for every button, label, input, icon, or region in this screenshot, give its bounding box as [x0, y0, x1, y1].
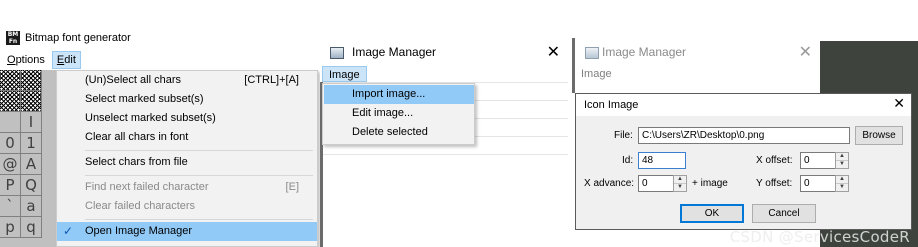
- shortcut-label: [CTRL]+[A]: [244, 74, 299, 86]
- char-cell[interactable]: p: [0, 217, 21, 238]
- y-offset-spinner[interactable]: ▲ ▼: [835, 175, 849, 192]
- x-advance-label: X advance:: [584, 178, 635, 189]
- menu-options[interactable]: Options: [3, 51, 49, 69]
- bmfont-app-icon: BM Fn: [6, 31, 20, 45]
- menu-separator: [85, 219, 313, 220]
- menu-item-find-next-failed: Find next failed character [E]: [57, 178, 317, 197]
- file-label: File:: [614, 130, 633, 141]
- x-advance-spinner[interactable]: ▲ ▼: [673, 175, 687, 192]
- bitmap-font-generator-window: BM Fn Bitmap font generator Options Edit …: [0, 28, 318, 247]
- menu-item-import-image[interactable]: Import image...: [324, 85, 474, 104]
- menu-item-unselect-marked-subsets[interactable]: Unselect marked subset(s): [57, 109, 317, 128]
- title-bar: BM Fn Bitmap font generator: [6, 30, 131, 46]
- y-offset-label: Y offset:: [756, 178, 793, 189]
- x-offset-spinner[interactable]: ▲ ▼: [835, 152, 849, 169]
- title-bar: Image Manager ✕: [320, 38, 568, 66]
- menu-item-clear-failed: Clear failed characters: [85, 200, 196, 212]
- close-icon[interactable]: ✕: [547, 42, 560, 61]
- char-cell[interactable]: `: [0, 196, 21, 217]
- cancel-button[interactable]: Cancel: [752, 204, 816, 223]
- menu-image[interactable]: Image: [322, 66, 367, 82]
- spin-up-icon[interactable]: ▲: [674, 176, 686, 183]
- char-cell[interactable]: Q: [21, 175, 42, 196]
- menu-item-clear-all-chars[interactable]: Clear all chars in font: [57, 128, 317, 147]
- x-offset-field[interactable]: 0: [800, 152, 836, 169]
- shortcut-label: [E]: [285, 181, 299, 193]
- y-offset-field[interactable]: 0: [800, 175, 836, 192]
- char-cell[interactable]: [0, 70, 21, 91]
- image-manager-icon: [330, 47, 344, 59]
- menu-separator: [85, 150, 313, 151]
- menu-item-select-chars-from-file[interactable]: Select chars from file: [57, 153, 317, 172]
- char-cell[interactable]: a: [21, 196, 42, 217]
- image-manager-icon: [585, 47, 599, 59]
- char-cell[interactable]: [21, 91, 42, 112]
- window-title: Bitmap font generator: [25, 32, 131, 44]
- menu-item-select-all-chars[interactable]: (Un)Select all chars [CTRL]+[A]: [57, 71, 317, 90]
- ok-button[interactable]: OK: [680, 204, 744, 223]
- image-menu-dropdown: Import image... Edit image... Delete sel…: [322, 83, 475, 145]
- char-cell[interactable]: 0: [0, 133, 21, 154]
- menu-bar: Image: [320, 66, 568, 82]
- id-label: Id:: [622, 155, 634, 166]
- dialog-title: Icon Image: [584, 99, 639, 111]
- menu-bar: Options Edit: [0, 50, 318, 70]
- spin-down-icon[interactable]: ▼: [836, 161, 848, 168]
- char-cell[interactable]: [0, 91, 21, 112]
- list-divider: [323, 154, 568, 155]
- x-offset-label: X offset:: [756, 155, 793, 166]
- id-field[interactable]: 48: [638, 152, 686, 169]
- window-title: Image Manager: [602, 45, 687, 59]
- edit-menu-dropdown: (Un)Select all chars [CTRL]+[A] Select m…: [56, 70, 318, 247]
- character-grid[interactable]: I 0 1 @ A P Q ` a p q: [0, 70, 60, 247]
- char-cell[interactable]: q: [21, 217, 42, 238]
- window-title: Image Manager: [352, 45, 437, 59]
- menu-item-delete-selected[interactable]: Delete selected: [324, 123, 474, 142]
- file-path-field[interactable]: C:\Users\ZR\Desktop\0.png: [638, 127, 850, 144]
- plus-image-label: + image: [692, 178, 728, 189]
- spin-up-icon[interactable]: ▲: [836, 176, 848, 183]
- menu-item-edit-image[interactable]: Edit image...: [324, 104, 474, 123]
- char-cell[interactable]: [21, 70, 42, 91]
- spin-down-icon[interactable]: ▼: [836, 184, 848, 191]
- char-cell[interactable]: 1: [21, 133, 42, 154]
- spin-up-icon[interactable]: ▲: [836, 153, 848, 160]
- char-cell[interactable]: [0, 112, 21, 133]
- close-icon[interactable]: ✕: [799, 42, 812, 61]
- menu-separator: [85, 175, 313, 176]
- menu-item-open-image-manager[interactable]: ✓ Open Image Manager: [57, 222, 317, 241]
- close-icon[interactable]: ✕: [893, 96, 905, 112]
- icon-image-scene: Image Manager ✕ Image Icon Image ✕ File:…: [572, 38, 918, 247]
- browse-button[interactable]: Browse: [855, 126, 903, 145]
- image-manager-window: Image Manager ✕ Image Import image... Ed…: [320, 38, 568, 247]
- menu-item-select-marked-subsets[interactable]: Select marked subset(s): [57, 90, 317, 109]
- char-cell[interactable]: @: [0, 154, 21, 175]
- checkmark-icon: ✓: [63, 224, 74, 238]
- menu-image[interactable]: Image: [581, 68, 612, 80]
- char-cell[interactable]: P: [0, 175, 21, 196]
- spin-down-icon[interactable]: ▼: [674, 184, 686, 191]
- menu-edit[interactable]: Edit: [51, 51, 81, 69]
- icon-image-dialog: Icon Image ✕ File: C:\Users\ZR\Desktop\0…: [575, 93, 912, 230]
- x-advance-field[interactable]: 0: [638, 175, 674, 192]
- char-cell[interactable]: A: [21, 154, 42, 175]
- image-manager-window-inactive: Image Manager ✕ Image: [572, 38, 820, 93]
- watermark: CSDN @ServicesCodeR: [729, 228, 910, 246]
- dialog-title-bar: Icon Image ✕: [576, 94, 911, 116]
- char-cell[interactable]: I: [21, 112, 42, 133]
